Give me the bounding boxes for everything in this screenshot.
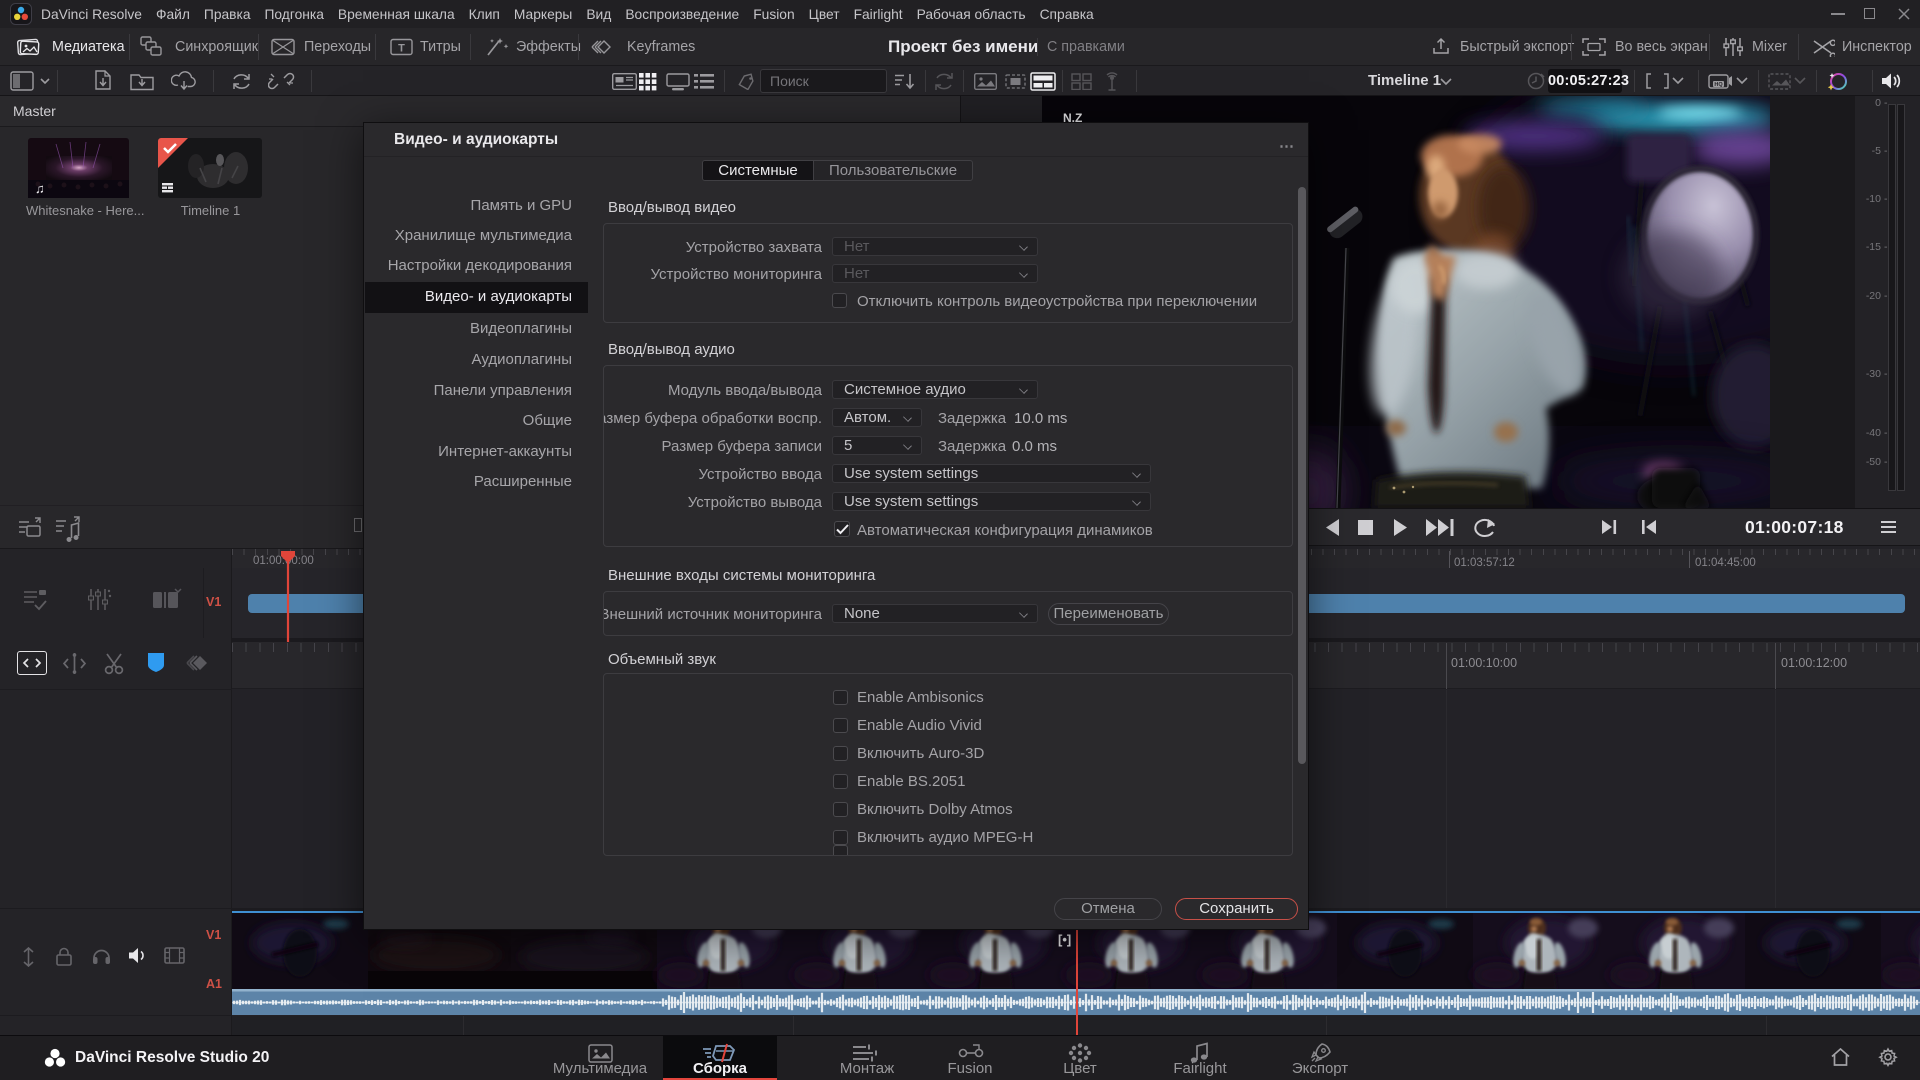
svg-text:♫: ♫ xyxy=(35,181,45,196)
svg-text:HQ: HQ xyxy=(1714,82,1723,88)
svg-text:T: T xyxy=(398,43,405,55)
